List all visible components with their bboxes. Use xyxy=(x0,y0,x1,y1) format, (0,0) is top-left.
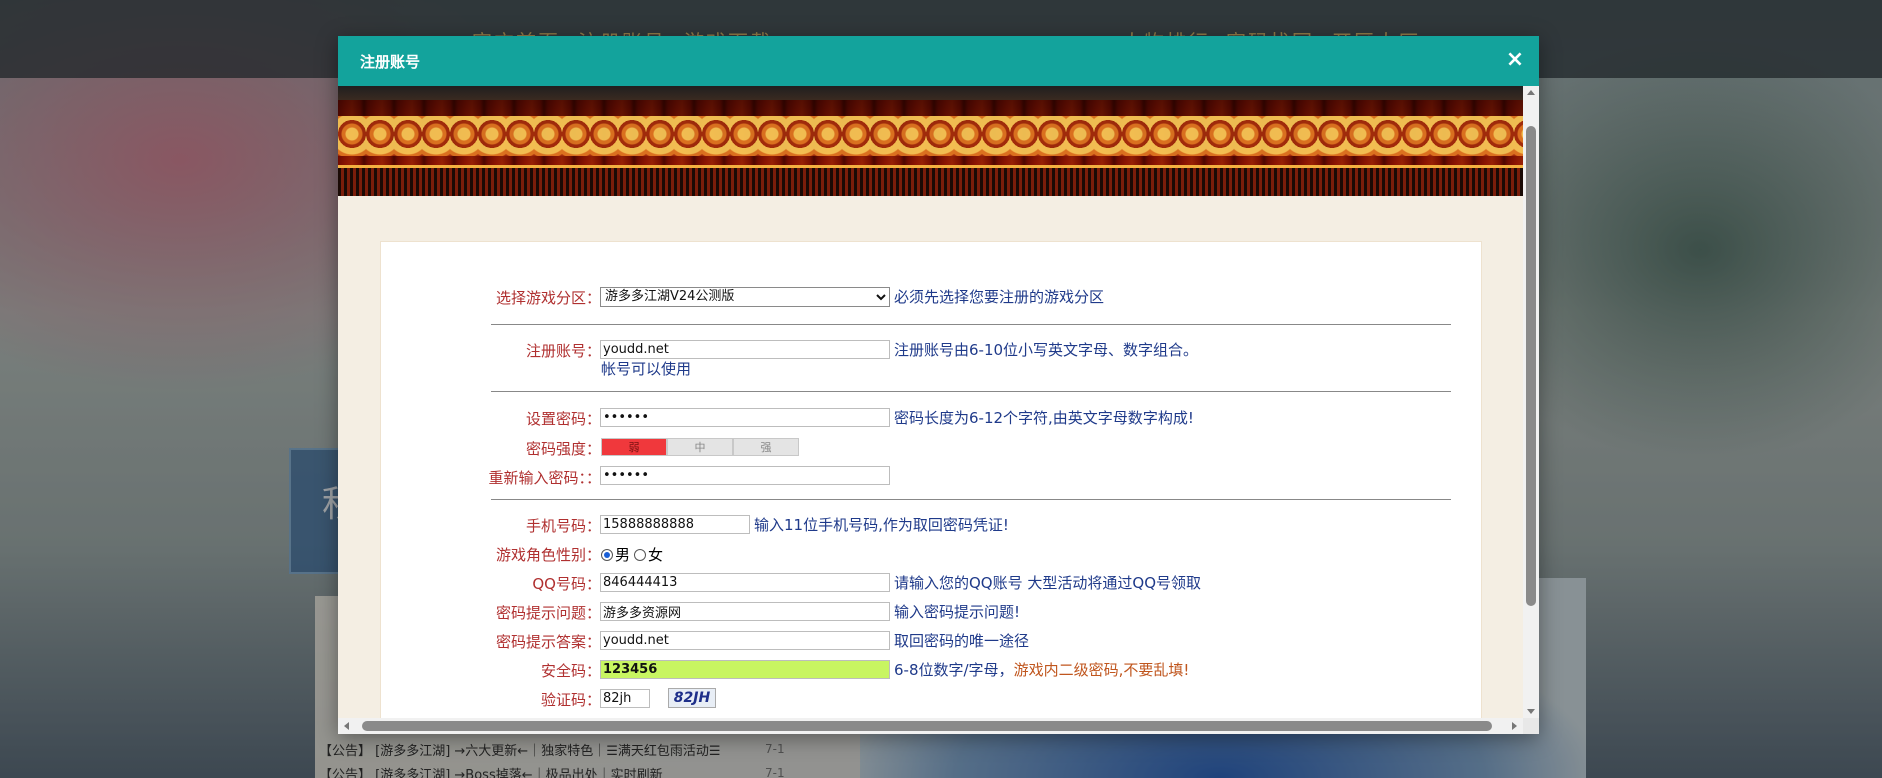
answer-input[interactable] xyxy=(600,631,890,650)
phone-label: 手机号码： xyxy=(525,517,601,535)
strength-medium: 中 xyxy=(667,438,733,456)
password-strength-meter: 弱 中 强 xyxy=(601,438,799,456)
account-hint: 注册账号由6-10位小写英文字母、数字组合。 xyxy=(894,341,1199,359)
answer-hint: 取回密码的唯一途径 xyxy=(894,632,1030,650)
password-label: 设置密码： xyxy=(525,410,601,428)
password-hint: 密码长度为6-12个字符,由英文字母数字构成! xyxy=(894,409,1194,427)
roof-tiles-banner xyxy=(338,86,1523,196)
server-hint: 必须先选择您要注册的游戏分区 xyxy=(894,288,1105,306)
strength-label: 密码强度： xyxy=(525,440,601,458)
gender-female-label: 女 xyxy=(648,546,664,564)
qq-hint: 请输入您的QQ账号 大型活动将通过QQ号领取 xyxy=(894,574,1201,592)
phone-input[interactable] xyxy=(600,515,750,534)
close-icon[interactable]: × xyxy=(1503,48,1527,72)
account-input[interactable] xyxy=(600,340,890,359)
scroll-corner xyxy=(1523,718,1539,734)
answer-label: 密码提示答案： xyxy=(495,633,601,651)
modal-header: 注册账号 × xyxy=(338,36,1539,86)
register-modal: 注册账号 × 选择游戏分区： 游多多江湖V24公测版 必须先选择您要注册的游戏分… xyxy=(338,36,1539,734)
strength-weak: 弱 xyxy=(601,438,667,456)
server-label: 选择游戏分区： xyxy=(495,289,601,307)
security-code-warning: 游戏内二级密码,不要乱填! xyxy=(1013,661,1190,679)
confirm-password-input[interactable] xyxy=(600,466,890,485)
roof-tiles-decoration xyxy=(338,116,1523,156)
qq-label: QQ号码： xyxy=(532,575,601,593)
captcha-input[interactable] xyxy=(600,688,650,708)
question-label: 密码提示问题： xyxy=(495,604,601,622)
horizontal-scrollbar[interactable] xyxy=(338,718,1523,734)
scroll-left-icon[interactable] xyxy=(344,722,349,730)
password-input[interactable] xyxy=(600,408,890,427)
divider xyxy=(491,499,1451,500)
scroll-right-icon[interactable] xyxy=(1512,722,1517,730)
registration-form: 选择游戏分区： 游多多江湖V24公测版 必须先选择您要注册的游戏分区 注册账号：… xyxy=(380,241,1482,718)
modal-title: 注册账号 xyxy=(360,52,421,71)
strength-strong: 强 xyxy=(733,438,799,456)
gender-female-radio[interactable] xyxy=(634,548,647,561)
account-status: 帐号可以使用 xyxy=(601,360,692,378)
gender-male-radio[interactable] xyxy=(601,548,613,561)
vertical-scrollbar[interactable] xyxy=(1523,86,1539,718)
question-input[interactable] xyxy=(600,602,890,621)
security-code-label: 安全码： xyxy=(540,662,601,680)
captcha-image[interactable]: 82JH xyxy=(668,688,716,708)
divider xyxy=(491,324,1451,325)
question-hint: 输入密码提示问题! xyxy=(894,603,1021,621)
scroll-down-icon[interactable] xyxy=(1527,709,1535,714)
phone-hint: 输入11位手机号码,作为取回密码凭证! xyxy=(754,516,1009,534)
vertical-scroll-thumb[interactable] xyxy=(1526,126,1536,606)
divider xyxy=(491,391,1451,392)
gender-male-label: 男 xyxy=(615,546,631,564)
gender-label: 游戏角色性别： xyxy=(495,546,601,564)
horizontal-scroll-thumb[interactable] xyxy=(362,721,1492,731)
captcha-label: 验证码： xyxy=(540,691,601,709)
confirm-password-label: 重新输入密码：： xyxy=(488,469,601,487)
modal-body: 选择游戏分区： 游多多江湖V24公测版 必须先选择您要注册的游戏分区 注册账号：… xyxy=(338,86,1523,718)
account-label: 注册账号： xyxy=(525,342,601,360)
server-select[interactable]: 游多多江湖V24公测版 xyxy=(600,286,890,307)
security-code-hint: 6-8位数字/字母， xyxy=(894,661,1014,679)
qq-input[interactable] xyxy=(600,573,890,592)
scroll-up-icon[interactable] xyxy=(1527,90,1535,95)
security-code-input[interactable] xyxy=(600,660,890,679)
